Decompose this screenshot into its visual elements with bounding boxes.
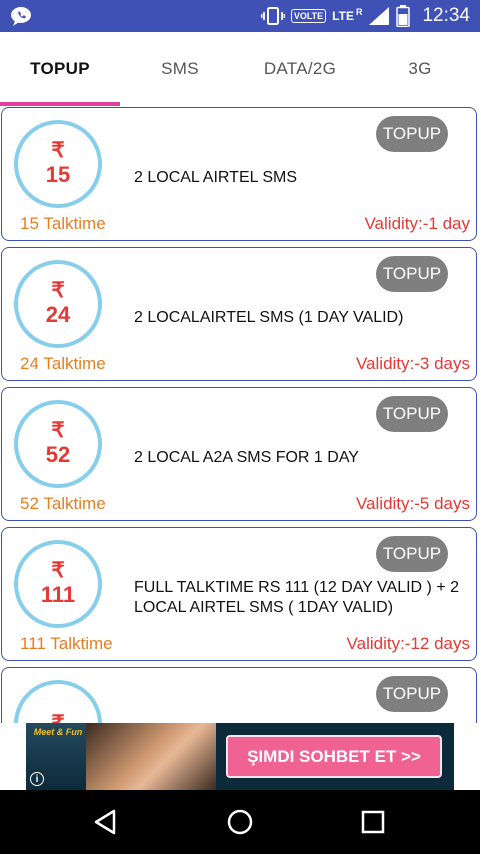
plan-talktime: 111 Talktime (20, 634, 113, 653)
plan-amount: 24 (45, 302, 71, 327)
plan-card[interactable]: ₹ TOPUP (1, 667, 477, 723)
recents-icon[interactable] (357, 806, 389, 838)
plan-talktime: 24 Talktime (20, 354, 106, 373)
plan-description: FULL TALKTIME RS 111 (12 DAY VALID ) + 2… (134, 579, 460, 616)
signal-icon (369, 7, 390, 25)
ad-cta-button[interactable]: ŞIMDI SOHBET ET >> (226, 735, 442, 778)
home-icon[interactable] (224, 806, 256, 838)
tab-data-2g[interactable]: DATA/2G (240, 32, 360, 106)
topup-badge: TOPUP (376, 676, 448, 712)
amount-circle: ₹ 15 (14, 120, 102, 208)
plan-talktime: 52 Talktime (20, 494, 106, 513)
ad-brand-text: Meet & Fun (33, 727, 83, 737)
vibrate-icon (260, 7, 285, 25)
volte-badge: VOLTE (290, 9, 327, 23)
plan-description: 2 LOCAL A2A SMS FOR 1 DAY (134, 449, 359, 466)
plan-validity: Validity:-5 days (355, 494, 470, 513)
amount-circle: ₹ (14, 680, 102, 723)
ad-info-icon[interactable]: i (30, 772, 44, 786)
lte-label: LTE (332, 9, 354, 23)
plan-talktime: 15 Talktime (20, 214, 106, 233)
status-icons: VOLTE LTE R 12:34 (260, 0, 470, 32)
plan-list[interactable]: ₹ 15 TOPUP 2 LOCAL AIRTEL SMS 15 Talktim… (0, 106, 480, 723)
amount-circle: ₹ 52 (14, 400, 102, 488)
navigation-bar (0, 790, 480, 854)
tab-3g[interactable]: 3G (360, 32, 480, 106)
battery-icon (396, 5, 411, 27)
rupee-icon: ₹ (51, 139, 65, 162)
ad-banner[interactable]: Meet & Fun ŞIMDI SOHBET ET >> i (26, 723, 454, 790)
plan-card[interactable]: ₹ 111 TOPUP FULL TALKTIME RS 111 (12 DAY… (1, 527, 477, 661)
plan-card[interactable]: ₹ 24 TOPUP 2 LOCALAIRTEL SMS (1 DAY VALI… (1, 247, 477, 381)
ad-photo (86, 723, 216, 790)
tab-topup[interactable]: TOPUP (0, 32, 120, 106)
amount-circle: ₹ 111 (14, 540, 102, 628)
plan-validity: Validity:-1 day (364, 214, 470, 233)
rupee-icon: ₹ (51, 279, 65, 302)
roaming-label: R (355, 7, 363, 17)
plan-validity: Validity:-3 days (355, 354, 470, 373)
clock: 12:34 (422, 5, 470, 26)
plan-description: 2 LOCALAIRTEL SMS (1 DAY VALID) (134, 309, 404, 326)
rupee-icon: ₹ (51, 559, 65, 582)
plan-card[interactable]: ₹ 52 TOPUP 2 LOCAL A2A SMS FOR 1 DAY 52 … (1, 387, 477, 521)
rupee-icon: ₹ (51, 713, 64, 724)
plan-validity: Validity:-12 days (346, 634, 470, 653)
back-icon[interactable] (90, 806, 122, 838)
status-bar: VOLTE LTE R 12:34 (0, 0, 480, 32)
plan-amount: 52 (45, 442, 71, 467)
amount-circle: ₹ 24 (14, 260, 102, 348)
tab-sms[interactable]: SMS (120, 32, 240, 106)
plan-amount: 15 (45, 162, 71, 187)
rupee-icon: ₹ (51, 419, 65, 442)
plan-amount: 111 (40, 582, 76, 607)
notification-app-icon (11, 7, 31, 26)
plan-card[interactable]: ₹ 15 TOPUP 2 LOCAL AIRTEL SMS 15 Talktim… (1, 107, 477, 241)
plan-description: 2 LOCAL AIRTEL SMS (134, 169, 298, 186)
tab-bar: TOPUP SMS DATA/2G 3G (0, 32, 480, 106)
